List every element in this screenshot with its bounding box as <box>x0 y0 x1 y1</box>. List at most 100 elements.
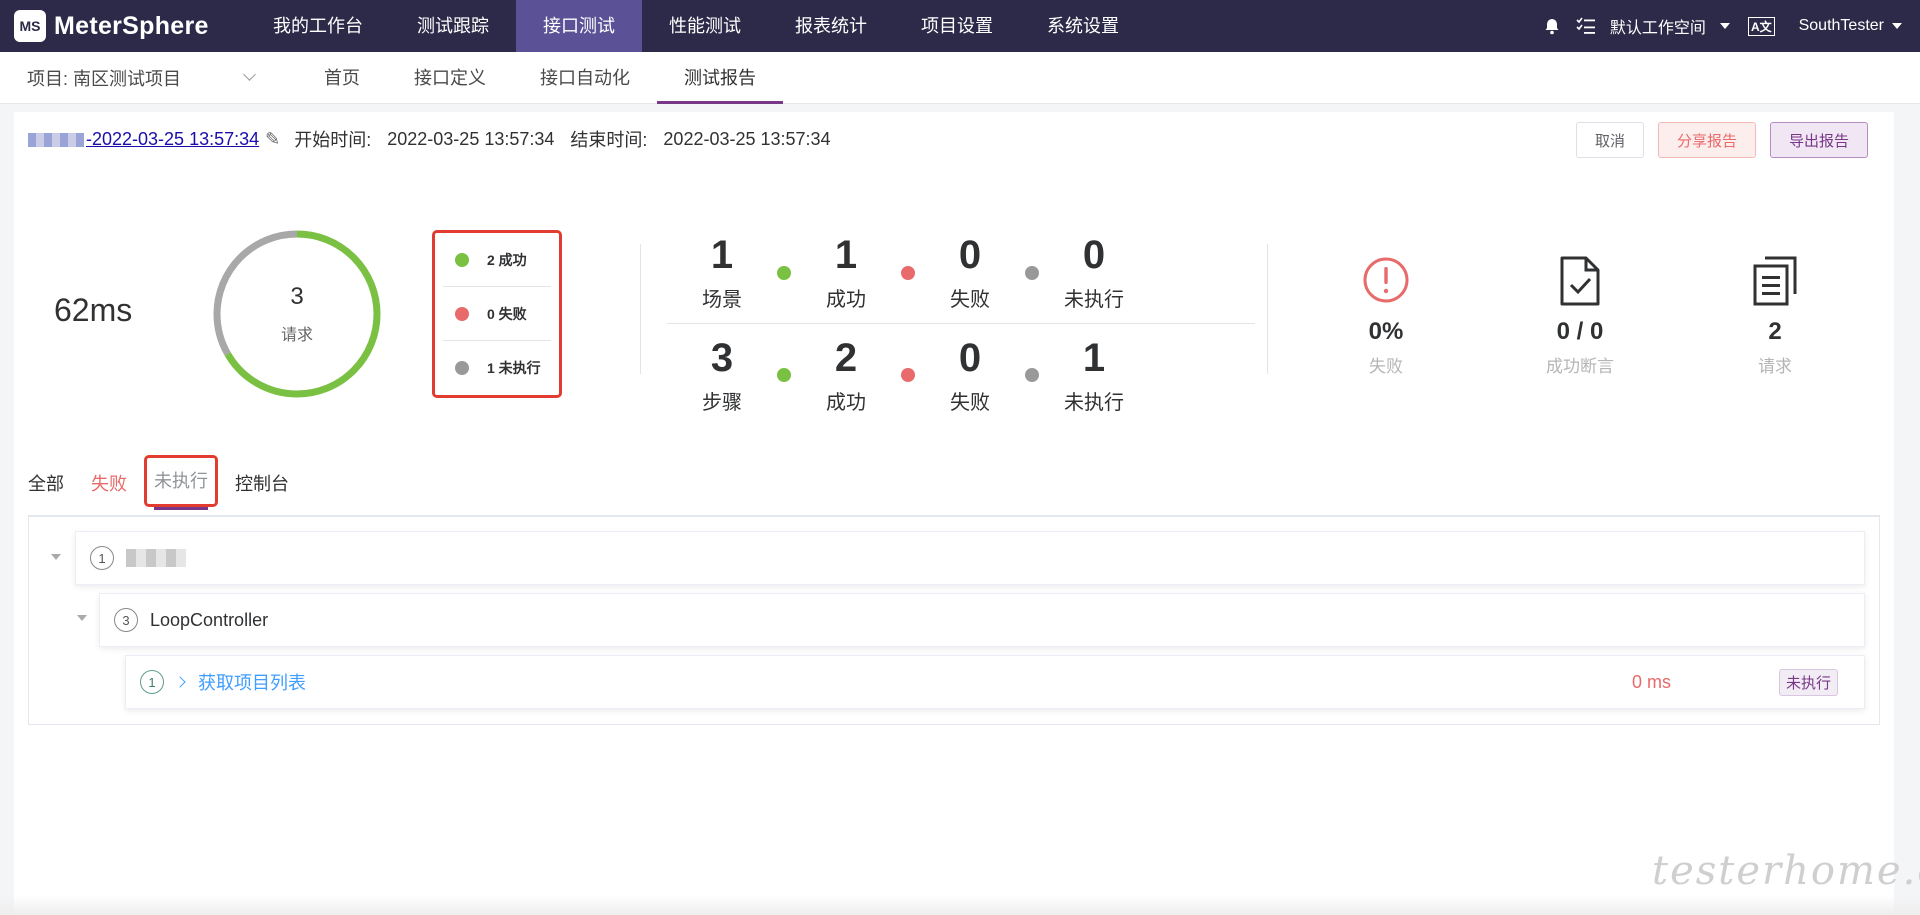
main-menu: 我的工作台 测试跟踪 接口测试 性能测试 报表统计 项目设置 系统设置 <box>246 0 1146 52</box>
tab-test-report[interactable]: 测试报告 <box>657 52 783 104</box>
report-header: -2022-03-25 13:57:34 ✎ 开始时间: 2022-03-25 … <box>28 124 847 154</box>
node-index: 1 <box>90 546 114 570</box>
step-fail-value: 0 <box>958 335 982 380</box>
logo[interactable]: MS MeterSphere <box>0 0 246 52</box>
cancel-button[interactable]: 取消 <box>1575 122 1644 158</box>
step-fail-label: 失败 <box>950 391 990 414</box>
fail-rate-value: 0% <box>1368 318 1404 345</box>
edit-icon[interactable]: ✎ <box>265 129 280 150</box>
donut-total: 3 <box>290 283 304 310</box>
alert-circle-icon <box>1363 257 1409 303</box>
step-stats-row: 3 步骤 2 成功 0 失败 1 未执行 <box>667 324 1255 426</box>
top-navbar: MS MeterSphere 我的工作台 测试跟踪 接口测试 性能测试 报表统计… <box>0 0 1920 52</box>
step-total-value: 3 <box>710 335 734 380</box>
menu-test-track[interactable]: 测试跟踪 <box>390 0 516 52</box>
legend-fail: 0 失败 <box>443 287 551 341</box>
divider <box>1267 244 1268 374</box>
assertion-metric: 0 / 0 成功断言 <box>1520 256 1640 377</box>
node-index: 1 <box>140 670 164 694</box>
menu-system-settings[interactable]: 系统设置 <box>1020 0 1146 52</box>
tab-all[interactable]: 全部 <box>28 470 64 510</box>
workspace-name: 默认工作空间 <box>1609 20 1706 37</box>
step-total-label: 步骤 <box>702 391 742 414</box>
report-name-link[interactable]: -2022-03-25 13:57:34 <box>28 129 259 150</box>
scenario-stats-row: 1 场景 1 成功 0 失败 0 未执行 <box>667 222 1255 324</box>
header-buttons: 取消 分享报告 导出报告 <box>1562 122 1868 158</box>
watermark: testerhome.com <box>1652 848 1920 894</box>
menu-workbench[interactable]: 我的工作台 <box>246 0 390 52</box>
status-badge: 未执行 <box>1778 668 1838 696</box>
donut-legend: 2 成功 0 失败 1 未执行 <box>432 230 562 398</box>
request-time: 0 ms <box>1632 671 1672 692</box>
project-select[interactable]: 项目: 南区测试项目 <box>0 65 290 91</box>
tab-api-automation[interactable]: 接口自动化 <box>513 52 657 104</box>
language-icon[interactable]: A文 <box>1747 16 1775 36</box>
bottom-fade <box>0 895 1920 915</box>
scenario-success: 1 成功 <box>791 233 901 312</box>
tree-node-scenario[interactable]: 1 <box>75 531 1865 585</box>
end-time-label: 结束时间: <box>570 130 648 150</box>
tab-console[interactable]: 控制台 <box>235 470 289 510</box>
collapse-caret-icon[interactable] <box>77 615 87 621</box>
sub-tabs: 首页 接口定义 接口自动化 测试报告 <box>297 52 783 104</box>
user-menu[interactable]: SouthTester <box>1799 17 1884 35</box>
fail-rate-metric: 0% 失败 <box>1326 256 1446 377</box>
step-success: 2 成功 <box>791 336 901 415</box>
chevron-down-icon <box>243 68 256 81</box>
workspace-select[interactable]: 默认工作空间 <box>1610 14 1730 38</box>
request-name[interactable]: 获取项目列表 <box>198 669 306 695</box>
tree-node-request[interactable]: 1 获取项目列表 0 ms 未执行 <box>125 655 1865 709</box>
highlight-box <box>144 455 218 507</box>
legend-unexecuted: 1 未执行 <box>443 341 551 395</box>
menu-performance-test[interactable]: 性能测试 <box>642 0 768 52</box>
start-time-label: 开始时间: <box>294 130 372 150</box>
scenario-unexec-label: 未执行 <box>1064 289 1124 311</box>
step-success-value: 2 <box>834 335 858 380</box>
menu-api-test[interactable]: 接口测试 <box>516 0 642 52</box>
tab-api-definition[interactable]: 接口定义 <box>387 52 513 104</box>
tab-failed[interactable]: 失败 <box>91 470 127 510</box>
legend-success-text: 2 成功 <box>487 251 527 268</box>
bell-icon[interactable] <box>1542 16 1562 36</box>
menu-project-settings[interactable]: 项目设置 <box>894 0 1020 52</box>
end-time-value: 2022-03-25 13:57:34 <box>663 128 831 149</box>
document-check-icon <box>1560 256 1600 306</box>
scenario-success-value: 1 <box>834 233 858 277</box>
step-fail: 0 失败 <box>915 336 1025 415</box>
request-metric: 2 请求 <box>1715 256 1835 377</box>
scenario-unexec-value: 0 <box>1082 233 1106 277</box>
divider <box>640 244 641 374</box>
task-list-icon[interactable] <box>1576 16 1596 36</box>
scenario-success-label: 成功 <box>826 289 866 311</box>
sub-navbar: 项目: 南区测试项目 首页 接口定义 接口自动化 测试报告 <box>0 52 1920 104</box>
fail-dot-icon <box>455 306 469 321</box>
export-report-button[interactable]: 导出报告 <box>1769 122 1868 158</box>
loop-controller-name: LoopController <box>150 609 269 630</box>
logo-icon: MS <box>14 10 46 42</box>
unexec-dot-icon <box>1025 368 1039 382</box>
step-unexec-value: 1 <box>1082 335 1106 380</box>
donut-center: 3 请求 <box>207 224 387 404</box>
scenario-unexec: 0 未执行 <box>1039 233 1149 312</box>
node-index: 3 <box>114 608 138 632</box>
duration-value: 62ms <box>54 292 133 328</box>
report-card: -2022-03-25 13:57:34 ✎ 开始时间: 2022-03-25 … <box>14 112 1894 915</box>
stats-grid: 1 场景 1 成功 0 失败 0 未执行 3 步骤 2 成功 0 失败 1 未执行 <box>667 222 1255 426</box>
scenario-fail-label: 失败 <box>950 289 990 311</box>
scenario-total-label: 场景 <box>702 289 742 311</box>
request-count-value: 2 <box>1768 318 1782 345</box>
tab-unexecuted[interactable]: 未执行 <box>144 455 218 510</box>
share-report-button[interactable]: 分享报告 <box>1657 122 1756 158</box>
chevron-right-icon[interactable] <box>174 676 186 688</box>
menu-report-stats[interactable]: 报表统计 <box>768 0 894 52</box>
unexec-dot-icon <box>1025 265 1039 280</box>
fail-rate-label: 失败 <box>1369 357 1403 376</box>
tree-node-loop-controller[interactable]: 3 LoopController <box>99 593 1865 647</box>
tab-home[interactable]: 首页 <box>297 52 387 104</box>
legend-success: 2 成功 <box>443 233 551 287</box>
collapse-caret-icon[interactable] <box>51 554 61 560</box>
success-dot-icon <box>777 368 791 382</box>
nav-right: 默认工作空间 A文 SouthTester <box>1542 0 1920 52</box>
fail-dot-icon <box>901 265 915 280</box>
success-dot-icon <box>777 265 791 280</box>
